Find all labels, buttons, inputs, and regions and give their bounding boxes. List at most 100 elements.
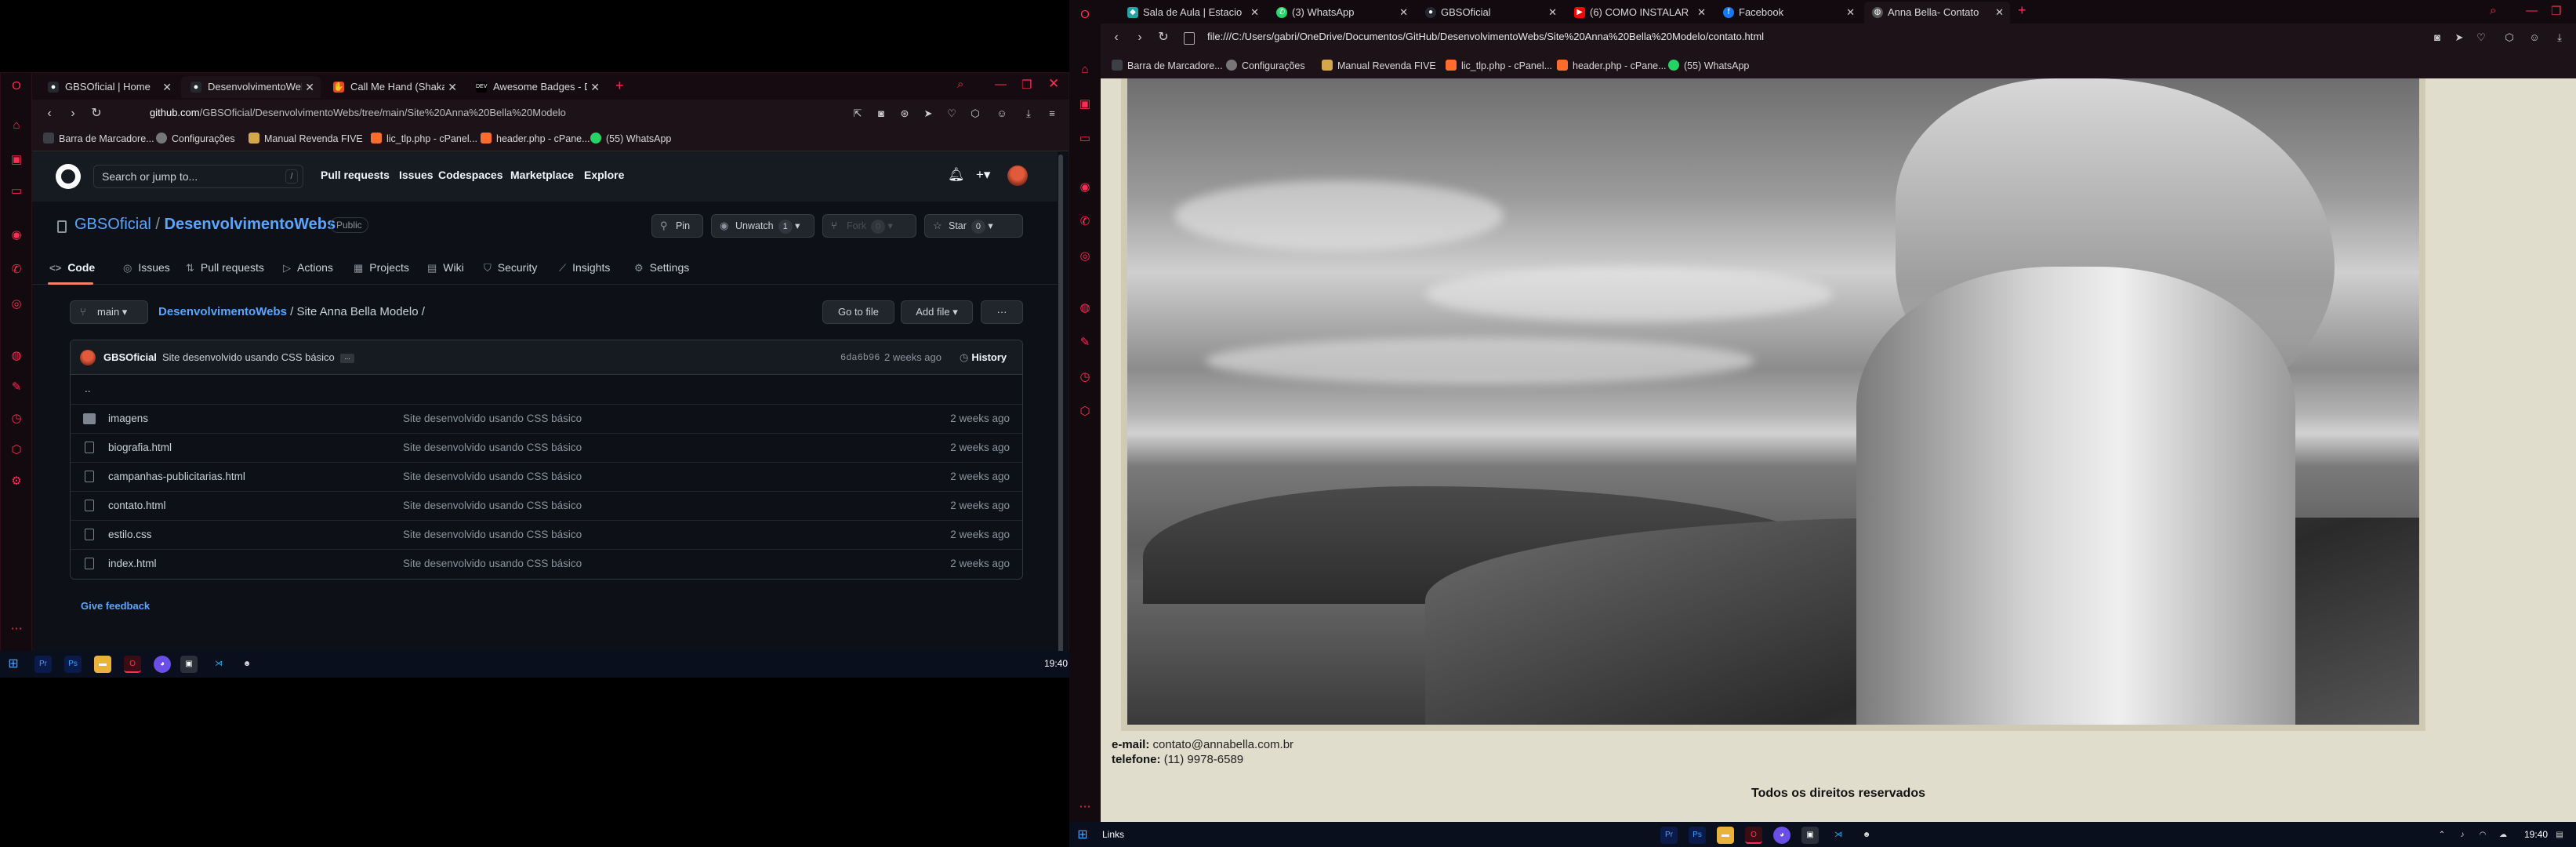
close-tab-icon[interactable]: ✕ — [448, 76, 457, 98]
commit-message[interactable]: Site desenvolvido usando CSS básico — [162, 351, 335, 363]
close-tab-icon[interactable]: ✕ — [1846, 2, 1855, 24]
fork-button[interactable]: ⑂ Fork 0 ▾ — [822, 214, 916, 238]
more-icon[interactable]: ⋯ — [8, 620, 25, 638]
cloud-icon[interactable]: ☁ — [2494, 827, 2512, 844]
premiere-icon[interactable]: Pr — [34, 656, 52, 673]
menu-icon[interactable]: ≡ — [1045, 107, 1059, 121]
cube-icon[interactable]: ⬡ — [2502, 31, 2516, 45]
file-explorer-icon[interactable]: ▬ — [94, 656, 111, 673]
cube-icon[interactable]: ⬡ — [968, 107, 982, 121]
tab-anna-bella[interactable]: ◍ Anna Bella- Contato ✕ — [1864, 2, 2010, 24]
tab-shaka[interactable]: ✋ Call Me Hand (Shaka) E ✕ — [324, 76, 463, 98]
add-file-button[interactable]: Add file ▾ — [901, 300, 973, 324]
tab-actions[interactable]: ▷ Actions — [283, 261, 333, 274]
unwatch-button[interactable]: ◉ Unwatch 1 ▾ — [711, 214, 815, 238]
opera-icon[interactable]: O — [124, 656, 141, 673]
pin-button[interactable]: ⚲ Pin — [651, 214, 703, 238]
vpn-icon[interactable]: ⊛ — [898, 107, 912, 121]
close-tab-icon[interactable]: ✕ — [590, 76, 600, 98]
table-row[interactable]: imagens Site desenvolvido usando CSS bási… — [71, 404, 1022, 433]
speed-dial-icon[interactable]: ⌂ — [1076, 61, 1094, 78]
tv-icon[interactable]: ▭ — [1076, 130, 1094, 147]
tab-insights[interactable]: ⟋ Insights — [559, 261, 610, 274]
tv-icon[interactable]: ▭ — [8, 183, 25, 200]
profile-icon[interactable]: ☺ — [2527, 31, 2542, 45]
close-tab-icon[interactable]: ✕ — [162, 76, 172, 98]
tab-whatsapp[interactable]: ✆ (3) WhatsApp ✕ — [1268, 2, 1414, 24]
bookmark-item[interactable]: Barra de Marcadore... — [43, 133, 154, 144]
bell-icon[interactable]: 🔔︎ — [948, 167, 965, 183]
premiere-icon[interactable]: Pr — [1660, 827, 1678, 844]
back-icon[interactable]: ‹ — [1108, 30, 1124, 45]
url-field[interactable]: github.com/GBSOficial/DesenvolvimentoWeb… — [150, 107, 566, 118]
camera-icon[interactable]: ◙ — [2430, 31, 2444, 45]
back-icon[interactable]: ‹ — [42, 106, 57, 122]
tab-pull-requests[interactable]: ⇅ Pull requests — [186, 261, 264, 274]
nav-codespaces[interactable]: Codespaces — [438, 169, 503, 181]
email-value[interactable]: contato@annabella.com.br — [1153, 738, 1294, 751]
clock[interactable]: 19:40 — [1044, 658, 1068, 669]
go-to-file-button[interactable]: Go to file — [822, 300, 894, 324]
instagram-icon[interactable]: ◎ — [1076, 248, 1094, 265]
extensions-icon[interactable]: ⬡ — [1076, 403, 1094, 420]
bookmark-item[interactable]: Configurações — [1226, 60, 1305, 71]
extensions-icon[interactable]: ⬡ — [8, 442, 25, 459]
scrollbar[interactable] — [2568, 78, 2576, 822]
app-icon[interactable]: ▣ — [1801, 827, 1819, 844]
close-tab-icon[interactable]: ✕ — [1697, 2, 1706, 24]
more-button[interactable]: ··· — [981, 300, 1023, 324]
clock[interactable]: 19:40 — [2524, 829, 2548, 840]
bookmark-item[interactable]: header.php - cPane... — [1557, 60, 1667, 71]
tab-wiki[interactable]: ▤ Wiki — [427, 261, 464, 274]
photoshop-icon[interactable]: Ps — [1689, 827, 1706, 844]
expand-commit-button[interactable]: ... — [340, 354, 354, 363]
download-icon[interactable]: ⤓ — [2552, 31, 2567, 45]
table-row[interactable]: campanhas-publicitarias.html Site desenvo… — [71, 462, 1022, 491]
whatsapp-icon[interactable]: ✆ — [1076, 213, 1094, 231]
repo-link[interactable]: DesenvolvimentoWebs — [165, 216, 336, 233]
maximize-icon[interactable]: ❐ — [2551, 4, 2561, 18]
breadcrumb-repo-link[interactable]: DesenvolvimentoWebs — [158, 305, 287, 318]
vscode-icon[interactable]: ⋊ — [1830, 827, 1847, 844]
search-tabs-icon[interactable]: ⌕ — [957, 78, 963, 91]
start-icon[interactable]: ⊞ — [1074, 827, 1091, 844]
tab-settings[interactable]: ⚙ Settings — [634, 261, 689, 274]
reload-icon[interactable]: ↻ — [89, 106, 104, 122]
bookmark-item[interactable]: Barra de Marcadore... — [1112, 60, 1223, 71]
github-logo-icon[interactable] — [56, 164, 81, 189]
new-tab-icon[interactable]: + — [2018, 2, 2026, 19]
start-icon[interactable]: ⊞ — [5, 656, 22, 673]
close-window-icon[interactable]: ✕ — [1048, 76, 1059, 92]
table-row[interactable]: index.html Site desenvolvido usando CSS b… — [71, 549, 1022, 578]
profile-icon[interactable]: ☺ — [995, 107, 1009, 121]
close-tab-icon[interactable]: ✕ — [1995, 2, 2004, 24]
links-toolbar[interactable]: Links — [1102, 829, 1124, 840]
bookmark-item[interactable]: Manual Revenda FIVE — [249, 133, 363, 144]
give-feedback-link[interactable]: Give feedback — [81, 600, 150, 612]
nav-pull-requests[interactable]: Pull requests — [321, 169, 390, 181]
history-icon[interactable]: ◷ — [1076, 369, 1094, 386]
commit-author[interactable]: GBSOficial — [103, 351, 157, 363]
player-icon[interactable]: ◍ — [8, 347, 25, 365]
minimize-icon[interactable]: — — [995, 78, 1007, 91]
tab-gbsoficial[interactable]: ● GBSOficial ✕ — [1417, 2, 1563, 24]
share-icon[interactable]: ⇱ — [851, 107, 865, 121]
bookmark-item[interactable]: (55) WhatsApp — [1668, 60, 1749, 71]
vscode-icon[interactable]: ⋊ — [210, 656, 227, 673]
history-link[interactable]: ◷ History — [960, 351, 1007, 364]
branch-selector[interactable]: ⑂ main ▾ — [70, 300, 148, 324]
send-icon[interactable]: ➤ — [2452, 31, 2466, 45]
tab-badges[interactable]: DEV Awesome Badges - DE ✕ — [466, 76, 606, 98]
reload-icon[interactable]: ↻ — [1156, 30, 1171, 45]
network-icon[interactable]: ◠ — [2474, 827, 2491, 844]
maximize-icon[interactable]: ❐ — [1021, 78, 1032, 92]
messenger-icon[interactable]: ◉ — [8, 227, 25, 244]
tab-issues[interactable]: ◎ Issues — [123, 261, 170, 274]
plus-icon[interactable]: +▾ — [976, 167, 990, 183]
pinboard-icon[interactable]: ✎ — [8, 379, 25, 396]
bookmark-item[interactable]: Manual Revenda FIVE — [1322, 60, 1436, 71]
bag-icon[interactable]: ▣ — [1076, 96, 1094, 113]
tab-repo[interactable]: ● DesenvolvimentoWebs/Site ✕ — [181, 76, 321, 98]
history-icon[interactable]: ◷ — [8, 410, 25, 427]
bag-icon[interactable]: ▣ — [8, 151, 25, 169]
